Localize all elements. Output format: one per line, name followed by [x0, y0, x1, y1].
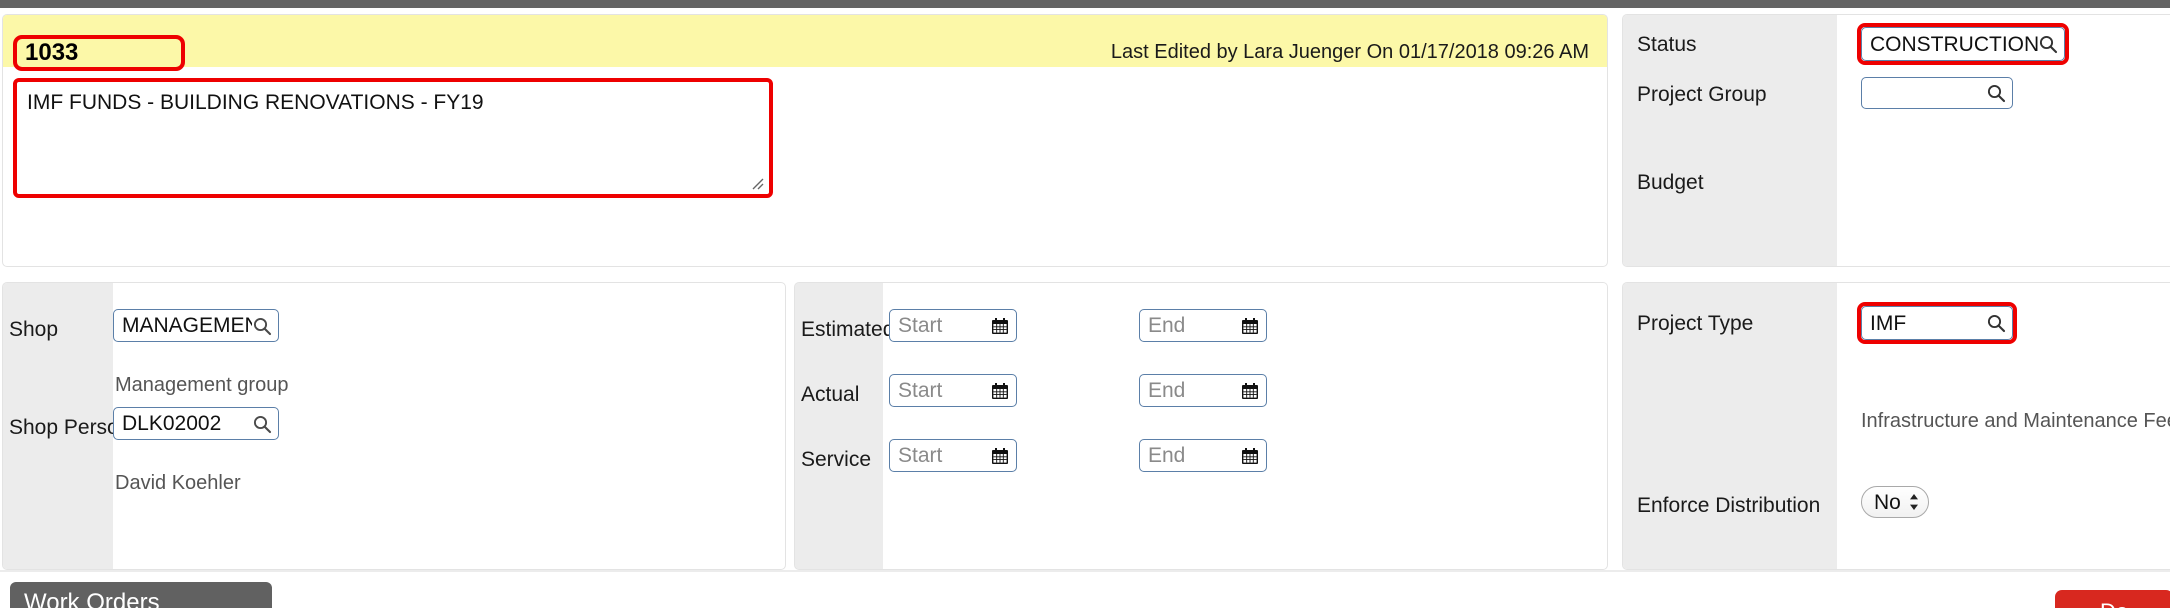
- top-bar: [0, 0, 2170, 8]
- estimated-label: Estimated: [801, 318, 895, 341]
- dates-panel: Estimated Start End Actual Start End Ser…: [794, 282, 1608, 570]
- status-label: Status: [1637, 33, 1697, 56]
- search-icon[interactable]: [1986, 83, 2006, 103]
- project-group-label: Project Group: [1637, 83, 1767, 106]
- action-button[interactable]: Do: [2055, 590, 2170, 608]
- project-form-screen: 1033 Last Edited by Lara Juenger On 01/1…: [0, 0, 2170, 608]
- shop-value: MANAGEMENT: [122, 315, 252, 336]
- record-id-field[interactable]: 1033: [13, 35, 185, 71]
- budget-label: Budget: [1637, 171, 1704, 194]
- estimated-start-field[interactable]: Start: [889, 309, 1017, 342]
- description-textarea[interactable]: IMF FUNDS - BUILDING RENOVATIONS - FY19: [13, 78, 773, 198]
- calendar-icon[interactable]: [990, 316, 1010, 336]
- actual-start-value: Start: [898, 380, 943, 401]
- record-id-value: 1033: [25, 39, 79, 66]
- calendar-icon[interactable]: [1240, 446, 1260, 466]
- shop-person-value: DLK02002: [122, 413, 222, 434]
- project-type-field[interactable]: IMF: [1861, 306, 2013, 340]
- shop-field[interactable]: MANAGEMENT: [113, 309, 279, 342]
- estimated-end-field[interactable]: End: [1139, 309, 1267, 342]
- project-type-panel: Project Type IMF Infrastructure and Main…: [1622, 282, 2170, 570]
- actual-end-field[interactable]: End: [1139, 374, 1267, 407]
- service-label: Service: [801, 448, 872, 471]
- project-type-helper-text: Infrastructure and Maintenance Fee: [1861, 410, 2170, 432]
- record-header-panel: 1033 Last Edited by Lara Juenger On 01/1…: [2, 14, 1608, 267]
- tab-work-orders-label: Work Orders: [24, 589, 160, 608]
- service-start-value: Start: [898, 445, 943, 466]
- estimated-start-value: Start: [898, 315, 943, 336]
- enforce-distribution-value: No: [1874, 490, 1901, 514]
- enforce-distribution-select[interactable]: No: [1861, 486, 1929, 518]
- calendar-icon[interactable]: [1240, 316, 1260, 336]
- service-end-field[interactable]: End: [1139, 439, 1267, 472]
- search-icon[interactable]: [1986, 313, 2006, 333]
- service-start-field[interactable]: Start: [889, 439, 1017, 472]
- shop-label: Shop: [9, 318, 59, 341]
- shop-person-field[interactable]: DLK02002: [113, 407, 279, 440]
- shop-panel: Shop MANAGEMENT Management group Shop Pe…: [2, 282, 786, 570]
- status-field[interactable]: CONSTRUCTION: [1861, 27, 2065, 61]
- calendar-icon[interactable]: [990, 446, 1010, 466]
- shop-helper-text: Management group: [115, 374, 289, 396]
- actual-label: Actual: [801, 383, 860, 406]
- shop-person-helper-text: David Koehler: [115, 472, 241, 494]
- footer-area: [0, 572, 2170, 608]
- search-icon[interactable]: [2038, 34, 2058, 54]
- stepper-arrows-icon[interactable]: [1908, 493, 1920, 511]
- actual-end-value: End: [1148, 380, 1186, 401]
- tab-work-orders[interactable]: Work Orders: [10, 582, 272, 608]
- status-value: CONSTRUCTION: [1870, 33, 2038, 55]
- project-type-label: Project Type: [1637, 312, 1754, 335]
- estimated-end-value: End: [1148, 315, 1186, 336]
- search-icon[interactable]: [252, 316, 272, 336]
- description-value: IMF FUNDS - BUILDING RENOVATIONS - FY19: [27, 91, 484, 114]
- project-type-value: IMF: [1870, 312, 1907, 334]
- status-panel: Status CONSTRUCTION Project Group Budget: [1622, 14, 2170, 267]
- enforce-distribution-label: Enforce Distribution: [1637, 494, 1821, 517]
- calendar-icon[interactable]: [1240, 381, 1260, 401]
- action-button-label: Do: [2100, 599, 2128, 608]
- actual-start-field[interactable]: Start: [889, 374, 1017, 407]
- resize-grip-icon[interactable]: [748, 174, 764, 190]
- service-end-value: End: [1148, 445, 1186, 466]
- project-group-field[interactable]: [1861, 77, 2013, 109]
- search-icon[interactable]: [252, 414, 272, 434]
- calendar-icon[interactable]: [990, 381, 1010, 401]
- last-edited-text: Last Edited by Lara Juenger On 01/17/201…: [1110, 41, 1589, 63]
